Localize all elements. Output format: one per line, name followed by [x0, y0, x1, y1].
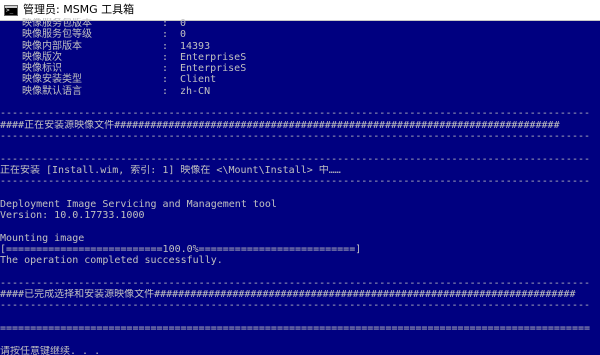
info-row: 映像版次 : EnterpriseS — [0, 52, 600, 63]
info-key: 映像标识 — [22, 63, 62, 75]
cmd-icon — [4, 4, 18, 16]
info-value: EnterpriseS — [180, 51, 247, 63]
success-message: The operation completed successfully. — [0, 255, 223, 267]
dash-separator: ----------------------------------------… — [0, 108, 591, 120]
dash-separator: ----------------------------------------… — [0, 176, 591, 188]
dism-version: Version: 10.0.17733.1000 — [0, 210, 145, 222]
progress-bar-text: [==========================100.0%=======… — [0, 243, 362, 255]
info-value: Client — [180, 74, 217, 86]
info-row: 映像服务包等级 : 0 — [0, 29, 600, 40]
info-key: 映像服务包等级 — [22, 29, 92, 41]
info-key: 映像默认语言 — [22, 85, 82, 97]
info-key: 映像安装类型 — [22, 74, 82, 86]
section-title: ####正在安装源映像文件###########################… — [0, 119, 560, 131]
continue-prompt: 请按任意键继续. . . — [0, 345, 101, 355]
dash-separator: ----------------------------------------… — [0, 153, 591, 165]
console-window: 管理员: MSMG 工具箱 映像服务包版本 : 0 映像服务包等级 : 0 映像… — [0, 0, 600, 355]
info-row: 映像标识 : EnterpriseS — [0, 63, 600, 74]
info-separator: : — [162, 29, 169, 41]
dash-separator: ----------------------------------------… — [0, 130, 591, 142]
info-separator: : — [162, 63, 169, 75]
info-separator: : — [162, 74, 169, 86]
info-value: EnterpriseS — [180, 63, 247, 75]
console-output: 映像服务包版本 : 0 映像服务包等级 : 0 映像内部版本 : 14393 映… — [0, 18, 600, 355]
dash-separator: ----------------------------------------… — [0, 300, 591, 312]
info-row: 映像默认语言 : zh-CN — [0, 86, 600, 97]
info-value: 0 — [180, 29, 187, 41]
info-row: 映像内部版本 : 14393 — [0, 41, 600, 52]
window-title: 管理员: MSMG 工具箱 — [23, 3, 135, 16]
info-row: 映像服务包版本 : 0 — [0, 18, 600, 29]
info-key: 映像内部版本 — [22, 40, 82, 52]
info-key: 映像服务包版本 — [22, 18, 92, 29]
mounting-status: Mounting image — [0, 232, 85, 244]
info-value: 0 — [180, 18, 187, 29]
equals-separator: ========================================… — [0, 323, 591, 335]
info-separator: : — [162, 51, 169, 63]
info-separator: : — [162, 85, 169, 97]
info-separator: : — [162, 18, 169, 29]
info-value: 14393 — [180, 40, 211, 52]
section-title: ####已完成选择和安装源映像文件#######################… — [0, 289, 576, 301]
dash-separator: ----------------------------------------… — [0, 277, 591, 289]
info-separator: : — [162, 40, 169, 52]
info-key: 映像版次 — [22, 51, 62, 63]
info-value: zh-CN — [180, 85, 211, 97]
install-status: 正在安装 [Install.wim, 索引: 1] 映像在 <\Mount\In… — [0, 164, 341, 176]
info-row: 映像安装类型 : Client — [0, 74, 600, 85]
dism-title: Deployment Image Servicing and Managemen… — [0, 198, 277, 210]
